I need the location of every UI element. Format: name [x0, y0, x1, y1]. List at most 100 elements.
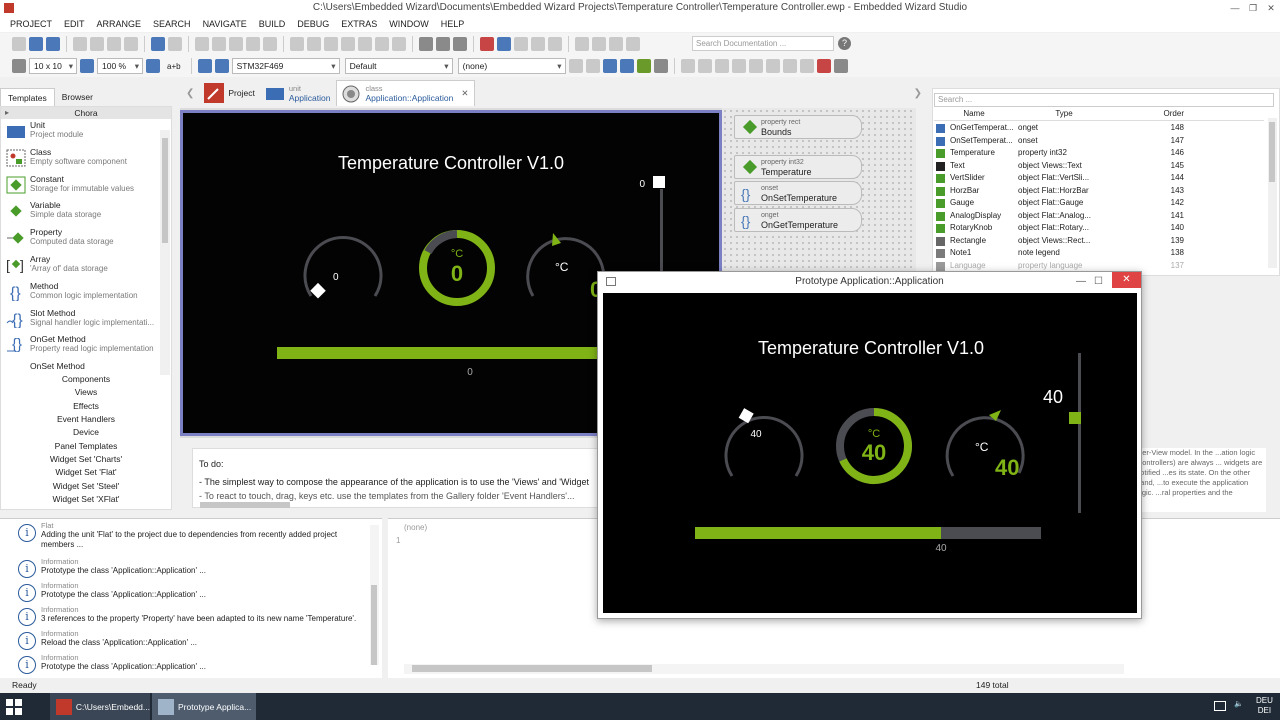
- note-editor[interactable]: To do: - The simplest way to compose the…: [192, 448, 602, 508]
- windows-start-icon[interactable]: [0, 693, 40, 720]
- palette-item-onset-method[interactable]: OnSet Method: [1, 360, 171, 373]
- inspector-row[interactable]: Note1 note legend 138: [934, 247, 1264, 260]
- messages-scrollbar[interactable]: [370, 525, 379, 665]
- menu-edit[interactable]: EDIT: [58, 16, 91, 32]
- output-hscrollbar[interactable]: [404, 664, 1124, 674]
- close-icon[interactable]: ✕: [1262, 0, 1280, 16]
- palette-item-array[interactable]: [] Array 'Array of' data storage: [1, 253, 171, 280]
- group-icon[interactable]: [290, 37, 304, 51]
- menu-help[interactable]: HELP: [435, 16, 471, 32]
- debug-icon[interactable]: [653, 59, 668, 73]
- target-icon[interactable]: [214, 59, 229, 73]
- taskbar-item-prototype[interactable]: Prototype Applica...: [152, 693, 256, 720]
- anchor3-icon[interactable]: [714, 59, 729, 73]
- forward-icon[interactable]: ❯: [914, 88, 930, 99]
- palette-category[interactable]: Panel Templates: [1, 440, 171, 453]
- play-icon[interactable]: [585, 59, 600, 73]
- align-top-icon[interactable]: [246, 37, 260, 51]
- message-item[interactable]: i Flat Adding the unit 'Flat' to the pro…: [13, 521, 373, 553]
- spacing-icon[interactable]: [392, 37, 406, 51]
- inspector-row[interactable]: AnalogDisplay object Flat::Analog... 141: [934, 210, 1264, 223]
- minimize-icon[interactable]: —: [1226, 0, 1244, 16]
- message-item[interactable]: i Information Prototype the class 'Appli…: [13, 581, 373, 605]
- menu-arrange[interactable]: ARRANGE: [91, 16, 148, 32]
- column-order[interactable]: Order: [1114, 109, 1208, 120]
- redo-icon[interactable]: [168, 37, 182, 51]
- palette-category[interactable]: Effects: [1, 400, 171, 413]
- inspector-row[interactable]: Rectangle object Views::Rect... 139: [934, 235, 1264, 248]
- zoom-fit-icon[interactable]: [80, 59, 94, 73]
- variant-combo[interactable]: (none): [457, 58, 566, 74]
- palette-item-method[interactable]: {} Method Common logic implementation: [1, 280, 171, 307]
- prototype-icon[interactable]: [619, 59, 634, 73]
- speaker-icon[interactable]: 🔈: [1234, 699, 1243, 708]
- prototype-screen[interactable]: Temperature Controller V1.0 40 °C 40 °C …: [603, 293, 1137, 613]
- anchor8-icon[interactable]: [799, 59, 814, 73]
- copy-icon[interactable]: [90, 37, 104, 51]
- anchor7-icon[interactable]: [782, 59, 797, 73]
- palette-category[interactable]: Widget Set 'Charts': [1, 453, 171, 466]
- palette-category[interactable]: Widget Set 'Steel': [1, 480, 171, 493]
- language-indicator[interactable]: DEU DEI: [1256, 696, 1273, 716]
- component-icon[interactable]: [636, 59, 651, 73]
- member-onset[interactable]: {} onset OnSetTemperature: [734, 181, 862, 205]
- member-onget[interactable]: {} onget OnGetTemperature: [734, 208, 862, 232]
- palette-item-property[interactable]: Property Computed data storage: [1, 226, 171, 253]
- list-icon[interactable]: [531, 37, 545, 51]
- inspect-icon[interactable]: [497, 37, 511, 51]
- palette-scrollbar[interactable]: [160, 130, 170, 375]
- palette-category[interactable]: Device: [1, 426, 171, 439]
- knob-handle[interactable]: [310, 282, 326, 299]
- vert-slider-handle[interactable]: [653, 176, 665, 188]
- bring-front-icon[interactable]: [324, 37, 338, 51]
- inspector-row[interactable]: Gauge object Flat::Gauge 142: [934, 197, 1264, 210]
- zoom-in-icon[interactable]: [436, 37, 450, 51]
- message-item[interactable]: i Information 3 references to the proper…: [13, 605, 373, 629]
- build-icon[interactable]: [197, 59, 212, 73]
- inspector-row[interactable]: VertSlider object Flat::VertSli... 144: [934, 172, 1264, 185]
- inspector-row[interactable]: Text object Views::Text 145: [934, 160, 1264, 173]
- target-combo[interactable]: STM32F469: [231, 58, 340, 74]
- inspector-row[interactable]: HorzBar object Flat::HorzBar 143: [934, 185, 1264, 198]
- scroll-thumb[interactable]: [200, 502, 290, 508]
- zoom-combo[interactable]: 100 %: [97, 58, 143, 74]
- save-icon[interactable]: [46, 37, 60, 51]
- palette-item-variable[interactable]: Variable Simple data storage: [1, 199, 171, 226]
- menu-debug[interactable]: DEBUG: [291, 16, 335, 32]
- delete-icon[interactable]: [124, 37, 138, 51]
- align-left-icon[interactable]: [195, 37, 209, 51]
- menu-project[interactable]: PROJECT: [4, 16, 58, 32]
- tools-icon[interactable]: [514, 37, 528, 51]
- open-folder-icon[interactable]: [29, 37, 43, 51]
- trash-icon[interactable]: [833, 59, 848, 73]
- palette-category[interactable]: Components: [1, 373, 171, 386]
- align-right-icon[interactable]: [229, 37, 243, 51]
- keyboard-icon[interactable]: [1214, 701, 1226, 711]
- scroll-thumb[interactable]: [1269, 122, 1275, 182]
- palette-category[interactable]: Views: [1, 386, 171, 399]
- help-icon[interactable]: ?: [838, 37, 851, 50]
- palette-item-slot-method[interactable]: {} Slot Method Signal handler logic impl…: [1, 307, 171, 334]
- tab-templates[interactable]: Templates: [0, 88, 55, 106]
- tab-application-unit[interactable]: unit Application: [261, 80, 337, 106]
- align-center-icon[interactable]: [212, 37, 226, 51]
- menu-extras[interactable]: EXTRAS: [335, 16, 383, 32]
- inspector-scrollbar[interactable]: [1268, 118, 1277, 268]
- member-temperature[interactable]: property int32 Temperature: [734, 155, 862, 179]
- menu-window[interactable]: WINDOW: [383, 16, 435, 32]
- panel-icon[interactable]: [575, 37, 589, 51]
- refresh-icon[interactable]: [568, 59, 583, 73]
- column-name[interactable]: Name: [934, 109, 1014, 120]
- close-icon[interactable]: ✕: [1112, 272, 1141, 288]
- grid-size-combo[interactable]: 10 x 10: [29, 58, 77, 74]
- inspector-row[interactable]: OnGetTemperat... onget 148: [934, 122, 1264, 135]
- palette-header[interactable]: Chora: [1, 107, 171, 119]
- anchor4-icon[interactable]: [731, 59, 746, 73]
- tab-project[interactable]: Project: [200, 80, 260, 106]
- palette-item-constant[interactable]: Constant Storage for immutable values: [1, 173, 171, 200]
- palette-item-class[interactable]: Class Empty software component: [1, 146, 171, 173]
- new-file-icon[interactable]: [12, 37, 26, 51]
- close-tab-icon[interactable]: ✕: [461, 88, 468, 99]
- menu-build[interactable]: BUILD: [253, 16, 292, 32]
- anchor2-icon[interactable]: [697, 59, 712, 73]
